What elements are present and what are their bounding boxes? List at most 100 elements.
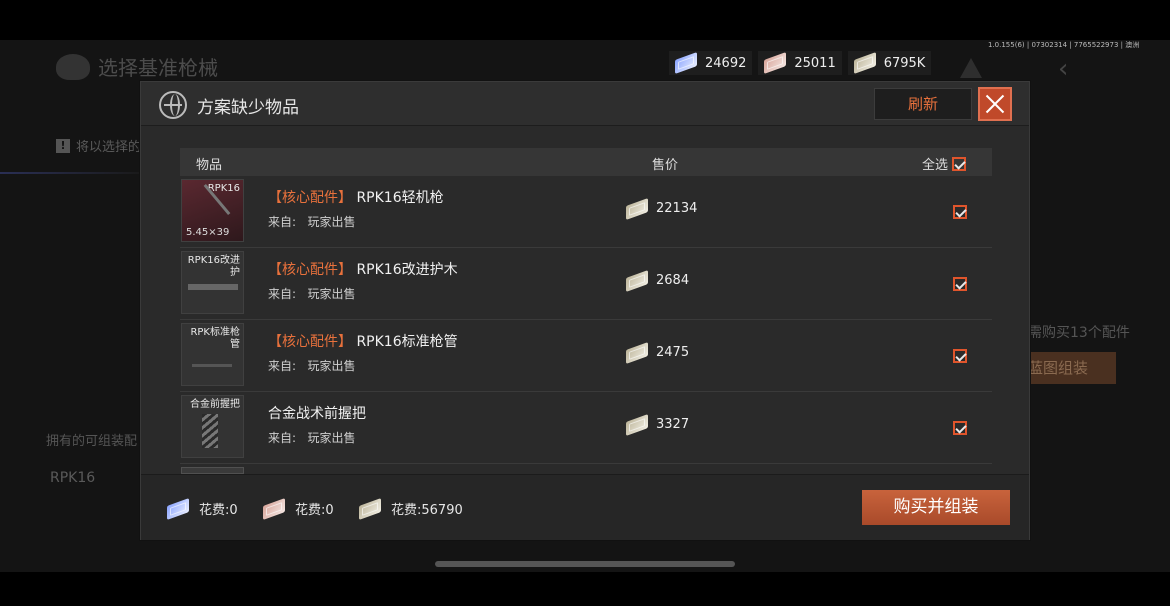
item-price: 3327 <box>626 413 690 436</box>
currency-gold: 6795K <box>847 51 932 75</box>
item-source: 来自: 玩家出售 <box>268 357 356 374</box>
foregrip-icon <box>202 414 218 448</box>
gold-banknote-icon <box>626 197 648 220</box>
item-thumbnail: RPK标准枪管 <box>181 323 244 386</box>
gold-banknote-icon <box>359 497 381 520</box>
dialog-footer: 花费:0 花费:0 花费:56790 购买并组装 <box>141 474 1029 540</box>
blue-banknote-icon <box>675 51 697 75</box>
thumbnail-name: RPK标准枪管 <box>190 327 240 350</box>
currency-blue: 24692 <box>669 51 753 75</box>
item-tag: 【核心配件】 <box>268 190 352 206</box>
letterbox-bottom <box>0 572 1170 606</box>
source-value: 玩家出售 <box>307 431 356 445</box>
dialog-title: 方案缺少物品 <box>197 98 299 118</box>
warning-icon: ! <box>56 138 70 153</box>
gold-banknote-icon <box>853 51 876 75</box>
select-all-toggle[interactable]: 全选 <box>922 154 967 173</box>
background-need-text: 需购买13个配件 <box>1028 325 1130 341</box>
thumbnail-name: RPK16改进护 <box>187 255 240 278</box>
item-name: RPK16标准枪管 <box>356 334 458 350</box>
background-owned-label: 拥有的可组装配 <box>46 434 138 449</box>
price-value: 22134 <box>656 201 698 216</box>
item-title: 合金战术前握把 <box>268 403 366 423</box>
cost-gold: 花费:56790 <box>359 497 463 520</box>
background-notice-text: 将以选择的 <box>76 140 142 155</box>
cost-label: 花费:0 <box>295 503 334 518</box>
back-chevron-icon: ‹ <box>1058 54 1069 84</box>
item-thumbnail: RPK16改进护 <box>181 251 244 314</box>
item-tag: 【核心配件】 <box>268 262 352 278</box>
currency-bar: 24692 25011 6795K <box>669 51 932 75</box>
cost-label: 花费:56790 <box>391 503 463 518</box>
currency-pink: 25011 <box>758 51 842 75</box>
item-checkbox[interactable] <box>953 421 967 435</box>
item-checkbox[interactable] <box>953 277 967 291</box>
gold-banknote-icon <box>626 269 648 292</box>
list-item[interactable]: RPK16 5.45×39 【核心配件】 RPK16轻机枪 来自: 玩家出售 2… <box>180 177 992 248</box>
source-label: 来自: <box>268 431 297 445</box>
barrel-icon <box>192 364 232 367</box>
cost-label: 花费:0 <box>199 503 238 518</box>
globe-icon <box>159 91 187 119</box>
dialog-header: 方案缺少物品 刷新 <box>141 82 1029 126</box>
item-checkbox[interactable] <box>953 349 967 363</box>
buy-and-assemble-button[interactable]: 购买并组装 <box>862 490 1010 525</box>
list-item[interactable]: 合金前握把 合金战术前握把 来自: 玩家出售 3327 <box>180 393 992 464</box>
gold-banknote-icon <box>626 413 648 436</box>
source-label: 来自: <box>268 359 297 373</box>
home-indicator[interactable] <box>435 561 735 567</box>
item-thumbnail: 合金前握把 <box>181 395 244 458</box>
table-header: 物品 售价 全选 <box>180 148 992 176</box>
currency-value: 25011 <box>794 55 836 71</box>
cost-blue: 花费:0 <box>167 497 238 520</box>
thumbnail-caliber: 5.45×39 <box>186 227 230 238</box>
item-source: 来自: 玩家出售 <box>268 429 356 446</box>
cost-pink: 花费:0 <box>263 497 334 520</box>
currency-value: 6795K <box>883 55 926 71</box>
select-all-label: 全选 <box>922 158 949 173</box>
missing-items-dialog: 方案缺少物品 刷新 物品 售价 全选 RPK16 5.45×39 【核心配件】 … <box>140 81 1030 540</box>
background-assemble-button: 蓝图组装 <box>1026 352 1116 384</box>
item-title: 【核心配件】 RPK16标准枪管 <box>268 331 458 351</box>
price-value: 3327 <box>656 417 690 432</box>
source-value: 玩家出售 <box>307 359 356 373</box>
source-value: 玩家出售 <box>307 287 356 301</box>
item-name: 合金战术前握把 <box>268 406 366 422</box>
pink-banknote-icon <box>263 497 285 520</box>
thumbnail-name: 合金前握把 <box>190 399 240 410</box>
background-title: 选择基准枪械 <box>56 52 218 81</box>
item-price: 2684 <box>626 269 690 292</box>
item-price: 22134 <box>626 197 698 220</box>
source-label: 来自: <box>268 215 297 229</box>
handguard-icon <box>188 284 238 290</box>
pink-banknote-icon <box>764 51 787 75</box>
list-item[interactable]: RPK标准枪管 【核心配件】 RPK16标准枪管 来自: 玩家出售 2475 <box>180 321 992 392</box>
list-item[interactable]: RPK16改进护 【核心配件】 RPK16改进护木 来自: 玩家出售 2684 <box>180 249 992 320</box>
source-label: 来自: <box>268 287 297 301</box>
item-source: 来自: 玩家出售 <box>268 285 356 302</box>
item-name: RPK16改进护木 <box>356 262 458 278</box>
column-item: 物品 <box>196 158 223 173</box>
background-notice: ! 将以选择的 <box>56 136 141 155</box>
item-thumbnail: RPK16 5.45×39 <box>181 179 244 242</box>
item-title: 【核心配件】 RPK16轻机枪 <box>268 187 444 207</box>
currency-value: 24692 <box>705 55 747 71</box>
skull-logo-icon <box>56 53 90 80</box>
item-name: RPK16轻机枪 <box>356 190 444 206</box>
refresh-button[interactable]: 刷新 <box>874 88 972 120</box>
gold-banknote-icon <box>626 341 648 364</box>
price-value: 2684 <box>656 273 690 288</box>
close-icon[interactable] <box>978 87 1012 121</box>
item-price: 2475 <box>626 341 689 364</box>
background-weapon-label: RPK16 <box>50 470 96 486</box>
letterbox-top <box>0 0 1170 40</box>
background-divider <box>0 172 140 174</box>
item-source: 来自: 玩家出售 <box>268 213 356 230</box>
item-list[interactable]: RPK16 5.45×39 【核心配件】 RPK16轻机枪 来自: 玩家出售 2… <box>180 177 992 474</box>
background-title-text: 选择基准枪械 <box>98 56 218 80</box>
version-text: 1.0.155(6) | 07302314 | 7765522973 | 澳洲 <box>988 41 1140 49</box>
item-title: 【核心配件】 RPK16改进护木 <box>268 259 458 279</box>
select-all-checkbox[interactable] <box>952 156 967 171</box>
item-checkbox[interactable] <box>953 205 967 219</box>
list-item-partial <box>181 467 244 474</box>
